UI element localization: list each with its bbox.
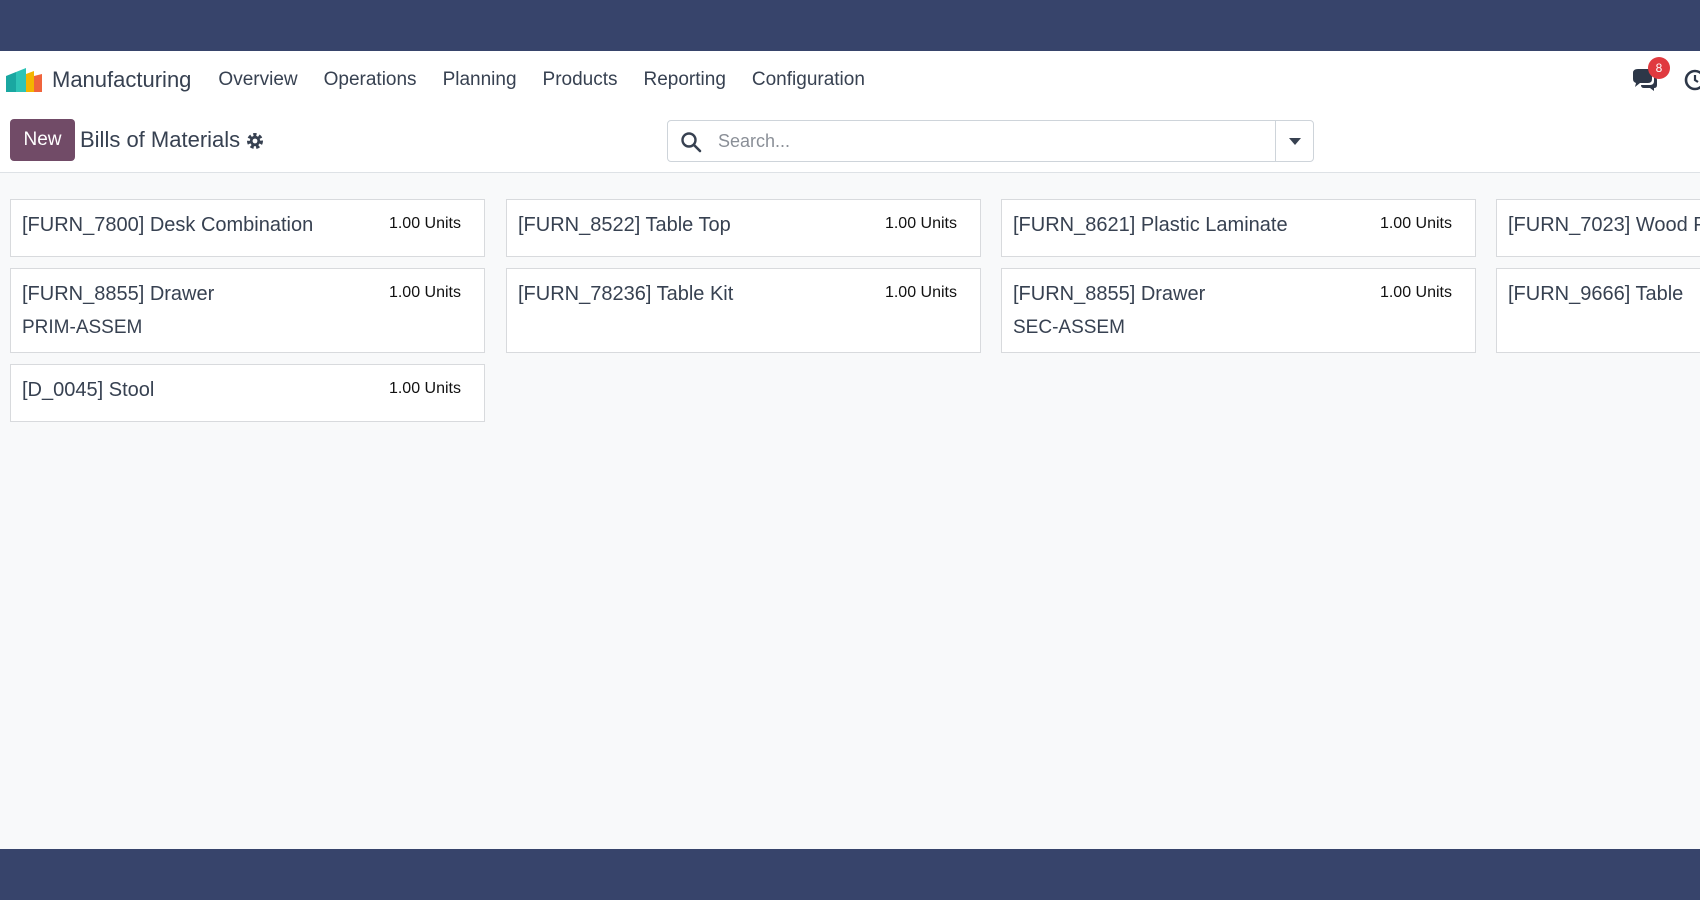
bom-card[interactable]: [FURN_9666] Table — [1496, 268, 1700, 353]
bom-quantity: 1.00 Units — [884, 215, 957, 232]
app-window: Manufacturing Overview Operations Planni… — [0, 51, 1700, 849]
bom-product-name: [FURN_8522] Table Top — [518, 214, 731, 236]
search-bar — [667, 120, 1314, 162]
bom-product-name: [FURN_78236] Table Kit — [518, 283, 734, 305]
chat-icon — [1630, 69, 1660, 99]
bom-quantity: 1.00 Units — [884, 284, 957, 301]
bom-quantity: 1.00 Units — [388, 284, 461, 301]
new-button[interactable]: New — [10, 119, 75, 161]
search-input[interactable] — [708, 121, 1256, 161]
bom-card[interactable]: [FURN_8621] Plastic Laminate 1.00 Units — [1001, 199, 1476, 257]
messaging-menu[interactable]: 8 — [1630, 57, 1670, 95]
bom-card[interactable]: [FURN_7023] Wood Pa — [1496, 199, 1700, 257]
app-name: Manufacturing — [52, 67, 192, 92]
top-band — [0, 0, 1700, 51]
notification-badge: 8 — [1648, 57, 1670, 79]
bom-quantity: 1.00 Units — [1379, 284, 1452, 301]
control-panel: New Bills of Materials — [0, 109, 1700, 173]
main-navbar: Manufacturing Overview Operations Planni… — [0, 51, 1700, 109]
bom-card[interactable]: [FURN_8855] Drawer 1.00 Units SEC-ASSEM — [1001, 268, 1476, 353]
app-brand[interactable]: Manufacturing — [6, 51, 191, 109]
search-icon — [680, 131, 702, 153]
bom-product-name: [FURN_8621] Plastic Laminate — [1013, 214, 1288, 236]
bom-product-name: [FURN_8855] Drawer — [1013, 283, 1206, 305]
menu-overview[interactable]: Overview — [205, 51, 310, 109]
clock-icon[interactable] — [1684, 69, 1700, 91]
caret-down-icon — [1288, 137, 1301, 145]
bom-product-name: [FURN_9666] Table — [1508, 283, 1684, 305]
menu-planning[interactable]: Planning — [430, 51, 530, 109]
bom-card[interactable]: [FURN_8855] Drawer 1.00 Units PRIM-ASSEM — [10, 268, 485, 353]
bom-quantity: 1.00 Units — [388, 380, 461, 397]
bom-card[interactable]: [FURN_8522] Table Top 1.00 Units — [506, 199, 981, 257]
menu-operations[interactable]: Operations — [311, 51, 430, 109]
bom-product-name: [D_0045] Stool — [22, 379, 155, 401]
bom-reference: SEC-ASSEM — [1013, 317, 1125, 338]
bottom-band — [0, 849, 1700, 900]
bom-card[interactable]: [FURN_7800] Desk Combination 1.00 Units — [10, 199, 485, 257]
bom-card[interactable]: [D_0045] Stool 1.00 Units — [10, 364, 485, 422]
bom-quantity: 1.00 Units — [1379, 215, 1452, 232]
bom-card[interactable]: [FURN_78236] Table Kit 1.00 Units — [506, 268, 981, 353]
top-menu: Overview Operations Planning Products Re… — [205, 51, 878, 109]
menu-configuration[interactable]: Configuration — [739, 51, 878, 109]
bom-product-name: [FURN_7023] Wood Pa — [1508, 214, 1700, 236]
bom-product-name: [FURN_8855] Drawer — [22, 283, 215, 305]
page-title: Bills of Materials — [80, 127, 241, 152]
bom-quantity: 1.00 Units — [388, 215, 461, 232]
systray: 8 — [1630, 51, 1700, 109]
menu-reporting[interactable]: Reporting — [631, 51, 739, 109]
search-options-toggle[interactable] — [1275, 121, 1313, 161]
bom-product-name: [FURN_7800] Desk Combination — [22, 214, 314, 236]
gear-icon[interactable] — [245, 131, 265, 151]
manufacturing-logo-icon — [6, 68, 42, 92]
menu-products[interactable]: Products — [530, 51, 631, 109]
bom-reference: PRIM-ASSEM — [22, 317, 143, 338]
